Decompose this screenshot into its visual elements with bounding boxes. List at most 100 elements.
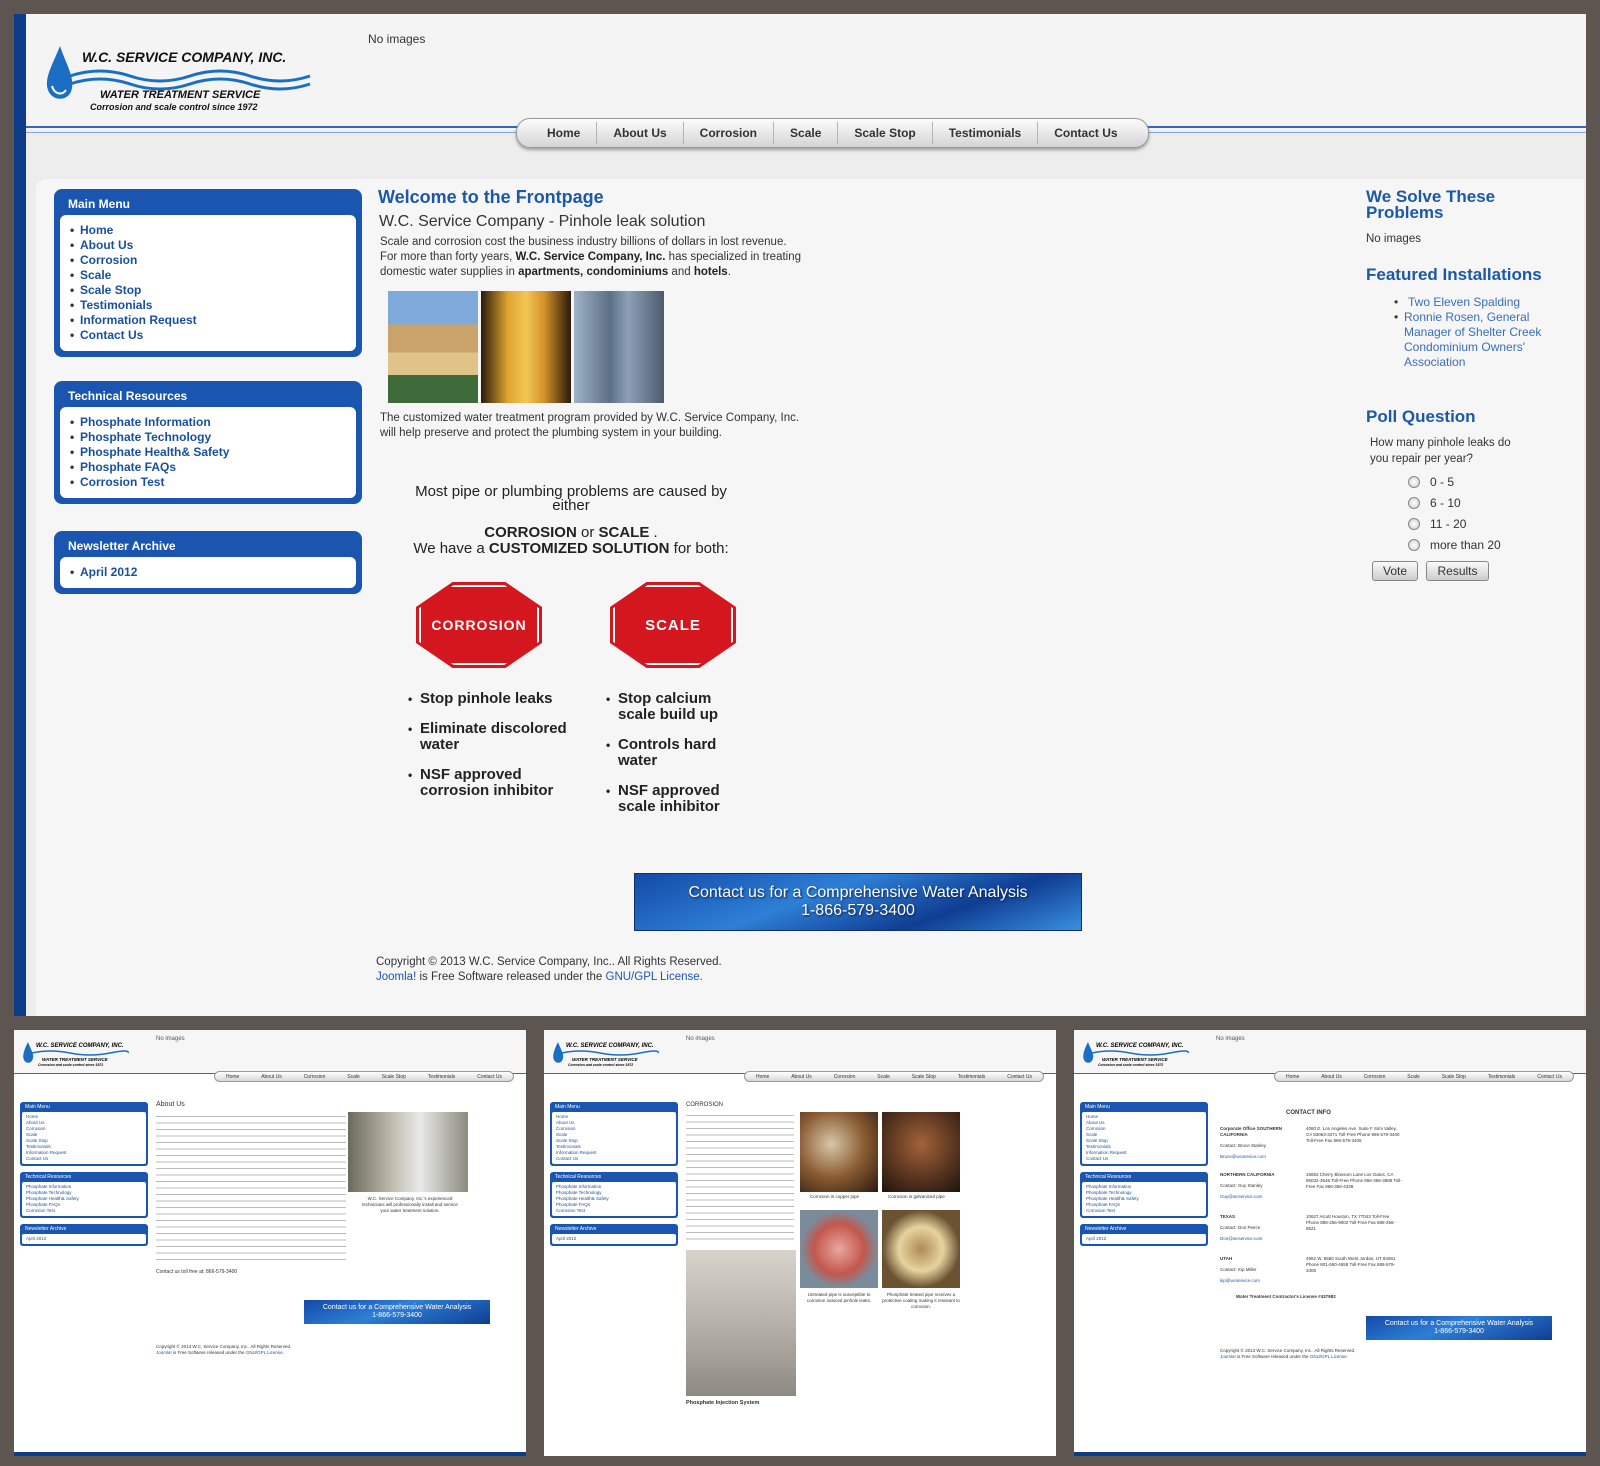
page-subtitle: W.C. Service Company - Pinhole leak solu…: [379, 213, 706, 230]
technical-resources-box: Technical Resources Phosphate Informatio…: [54, 381, 362, 504]
newsletter-april-2012[interactable]: April 2012: [70, 565, 346, 580]
thumb-logo: W.C. SERVICE COMPANY, INC. WATER TREATME…: [23, 1042, 129, 1067]
vote-button[interactable]: Vote: [1372, 561, 1419, 581]
thumb-header: W.C. SERVICE COMPANY, INC. WATER TREATME…: [544, 1030, 1056, 1074]
contact-banner[interactable]: Contact us for a Comprehensive Water Ana…: [634, 873, 1082, 931]
company-logo[interactable]: W.C. SERVICE COMPANY, INC. WATER TREATME…: [40, 26, 320, 118]
about-text-block: [156, 1112, 346, 1263]
nav-scale-stop[interactable]: Scale Stop: [838, 122, 933, 144]
page-title: Welcome to the Frontpage: [378, 187, 604, 207]
nav-contact-us[interactable]: Contact Us: [1038, 122, 1133, 144]
gpl-link[interactable]: GNU/GPL License.: [606, 971, 703, 983]
scale-benefit: Controls hard water: [606, 737, 746, 769]
scale-benefit: NSF approved scale inhibitor: [606, 783, 746, 815]
office-entry: UTAH Contact: Kip Miller kip@wcservice.com: [1220, 1256, 1260, 1283]
svg-text:WATER TREATMENT SERVICE: WATER TREATMENT SERVICE: [42, 1057, 109, 1062]
thumb-no-images: No images: [686, 1036, 715, 1042]
solve-title: We Solve These Problems: [1366, 187, 1496, 222]
menu-testimonials[interactable]: Testimonials: [70, 298, 346, 313]
menu-contact-us[interactable]: Contact Us: [70, 328, 346, 343]
radio-button[interactable]: [1408, 517, 1420, 530]
solution-line: We have a CUSTOMIZED SOLUTION for both:: [413, 540, 729, 557]
intro-line-3: domestic water supplies in apartments, c…: [380, 266, 731, 278]
scale-benefits-list: Stop calcium scale build up Controls har…: [606, 691, 746, 829]
svg-text:W.C. SERVICE COMPANY, INC.: W.C. SERVICE COMPANY, INC.: [36, 1043, 124, 1049]
technician-photo: [348, 1112, 468, 1192]
menu-about-us[interactable]: About Us: [70, 238, 346, 253]
nav-corrosion[interactable]: Corrosion: [684, 122, 775, 144]
about-body: About Us Contact us toll free at: 866-57…: [156, 1101, 346, 1275]
tech-phosphate-information[interactable]: Phosphate Information: [70, 415, 346, 430]
featured-item[interactable]: Two Eleven Spalding: [1394, 295, 1554, 310]
thumb-nav: Home About Us Corrosion Scale Scale Stop Test…: [214, 1071, 514, 1082]
office-address: 4962 W. 8580 South West Jordan, UT 84081…: [1306, 1256, 1396, 1273]
about-us-thumbnail: W.C. SERVICE COMPANY, INC. WATER TREATME…: [14, 1030, 526, 1456]
thumb-header: W.C. SERVICE COMPANY, INC. WATER TREATME…: [14, 1030, 526, 1074]
license-text: Water Treatment Contractor's License #43…: [1236, 1294, 1336, 1299]
corrosion-benefit: Stop pinhole leaks: [408, 691, 588, 708]
menu-information-request[interactable]: Information Request: [70, 313, 346, 328]
poll-option[interactable]: 11 - 20: [1408, 513, 1536, 534]
menu-corrosion[interactable]: Corrosion: [70, 253, 346, 268]
banner-text: Contact us for a Comprehensive Water Ana…: [688, 884, 1028, 901]
radio-button[interactable]: [1408, 475, 1420, 488]
photo-caption: Phosphate treated pipe receives a protec…: [882, 1292, 960, 1309]
svg-text:WATER TREATMENT SERVICE: WATER TREATMENT SERVICE: [1102, 1057, 1169, 1062]
svg-text:WATER TREATMENT SERVICE: WATER TREATMENT SERVICE: [572, 1057, 639, 1062]
menu-home[interactable]: Home: [70, 223, 346, 238]
thumb-no-images: No images: [1216, 1036, 1245, 1042]
about-heading: About Us: [156, 1101, 185, 1108]
radio-button[interactable]: [1408, 496, 1420, 509]
photo-caption: Untreated pipe is susceptible to corrosi…: [806, 1292, 872, 1303]
nav-testimonials[interactable]: Testimonials: [933, 122, 1039, 144]
featured-installations-module: Featured Installations Two Eleven Spaldi…: [1366, 266, 1556, 370]
tech-phosphate-health-safety[interactable]: Phosphate Health& Safety: [70, 445, 346, 460]
corrosion-heading: CORROSION: [686, 1102, 724, 1108]
radio-button[interactable]: [1408, 538, 1420, 551]
technical-resources-title: Technical Resources: [68, 389, 188, 403]
svg-text:W.C. SERVICE COMPANY, INC.: W.C. SERVICE COMPANY, INC.: [566, 1043, 654, 1049]
thumb-sidebar: Main Menu Home About Us Corrosion Scale Scale…: [20, 1102, 148, 1252]
buildings-photo-strip: [388, 291, 664, 403]
treated-pipe-photo: [882, 1210, 960, 1288]
galvanized-pipe-photo: [882, 1112, 960, 1192]
logo-tagline: WATER TREATMENT SERVICE: [100, 89, 261, 101]
thumb-footer: Copyright © 2013 W.C. Service Company, I…: [156, 1344, 292, 1355]
nav-about-us[interactable]: About Us: [597, 122, 684, 144]
contact-thumbnail: W.C. SERVICE COMPANY, INC. WATER TREATME…: [1074, 1030, 1586, 1456]
poll-option[interactable]: 0 - 5: [1408, 471, 1536, 492]
solve-no-images: No images: [1366, 233, 1421, 245]
main-menu-box: Main Menu Home About Us Corrosion Scale …: [54, 189, 362, 357]
nav-home[interactable]: Home: [531, 122, 598, 144]
tech-corrosion-test[interactable]: Corrosion Test: [70, 475, 346, 490]
poll-option[interactable]: 6 - 10: [1408, 492, 1536, 513]
solve-problems-module: We Solve These Problems No images: [1366, 187, 1536, 245]
svg-text:Corrosion and scale control si: Corrosion and scale control since 1972: [568, 1063, 633, 1067]
hotel-photo: [481, 291, 571, 403]
svg-text:W.C. SERVICE COMPANY, INC.: W.C. SERVICE COMPANY, INC.: [1096, 1043, 1184, 1049]
untreated-pipe-photo: [800, 1210, 878, 1288]
menu-scale-stop[interactable]: Scale Stop: [70, 283, 346, 298]
poll-option[interactable]: more than 20: [1408, 534, 1536, 555]
thumb-contact-banner[interactable]: Contact us for a Comprehensive Water Ana…: [304, 1300, 490, 1324]
intro-line-2: For more than forty years, W.C. Service …: [380, 251, 802, 263]
scale-stop-sign: SCALE: [610, 582, 736, 668]
program-paragraph: The customized water treatment program p…: [380, 411, 799, 441]
corrosion-benefits-list: Stop pinhole leaks Eliminate discolored …: [408, 691, 588, 813]
thumb-sidebar: Main Menu Home About Us Corrosion Scale Scale…: [550, 1102, 678, 1252]
thumb-contact-banner[interactable]: Contact us for a Comprehensive Water Ana…: [1366, 1316, 1552, 1340]
injection-system-photo: [686, 1250, 796, 1396]
solution-statement: CORROSION or SCALE . We have a CUSTOMIZE…: [396, 525, 746, 557]
thumb-footer: Copyright © 2013 W.C. Service Company, I…: [1220, 1348, 1356, 1359]
tech-phosphate-technology[interactable]: Phosphate Technology: [70, 430, 346, 445]
nav-scale[interactable]: Scale: [774, 122, 839, 144]
menu-scale[interactable]: Scale: [70, 268, 346, 283]
featured-item[interactable]: Ronnie Rosen, General Manager of Shelter…: [1394, 310, 1554, 370]
tech-phosphate-faqs[interactable]: Phosphate FAQs: [70, 460, 346, 475]
joomla-link[interactable]: Joomla!: [376, 971, 416, 983]
technician-caption: W.C. Service Company, Inc.'s experienced…: [362, 1196, 458, 1213]
office-entry: Corporate Office SOUTHERN CALIFORNIA Cont…: [1220, 1126, 1283, 1159]
copyright-text: Copyright © 2013 W.C. Service Company, I…: [376, 956, 722, 968]
results-button[interactable]: Results: [1426, 561, 1489, 581]
corrosion-thumbnail: W.C. SERVICE COMPANY, INC. WATER TREATME…: [544, 1030, 1056, 1456]
